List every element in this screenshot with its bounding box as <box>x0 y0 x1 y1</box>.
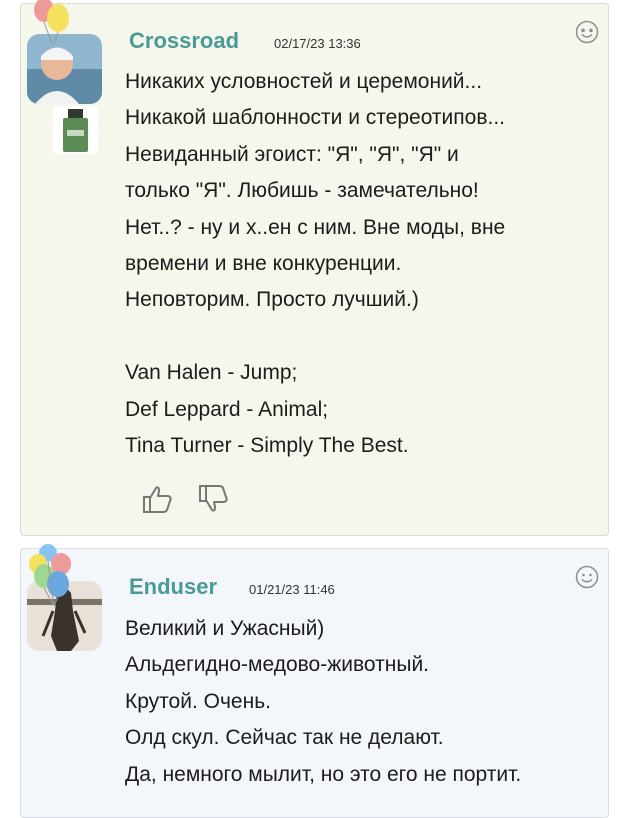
comment-date: 01/21/23 11:46 <box>249 582 335 597</box>
comment-text: Великий и Ужасный) Альдегидно-медово-жив… <box>125 617 522 786</box>
thumbs-up-icon[interactable] <box>141 482 175 516</box>
vote-controls <box>141 482 231 516</box>
balloons-icon <box>30 0 75 50</box>
comment-card: Crossroad 02/17/23 13:36 Никаких условно… <box>20 3 609 536</box>
smiley-icon[interactable] <box>575 565 599 589</box>
comment-text: Никаких условностей и церемоний... Никак… <box>125 70 506 458</box>
thumbs-down-icon[interactable] <box>197 482 231 516</box>
comment-author[interactable]: Enduser <box>129 574 217 600</box>
balloons-icon <box>28 544 76 611</box>
heart-eyes-smiley-icon[interactable] <box>575 20 599 44</box>
comment-date: 02/17/23 13:36 <box>274 36 361 51</box>
comment-card: Enduser 01/21/23 11:46 Великий и Ужасный… <box>20 548 609 818</box>
comment-author[interactable]: Crossroad <box>129 28 239 54</box>
fragrance-thumbnail[interactable] <box>53 106 98 154</box>
